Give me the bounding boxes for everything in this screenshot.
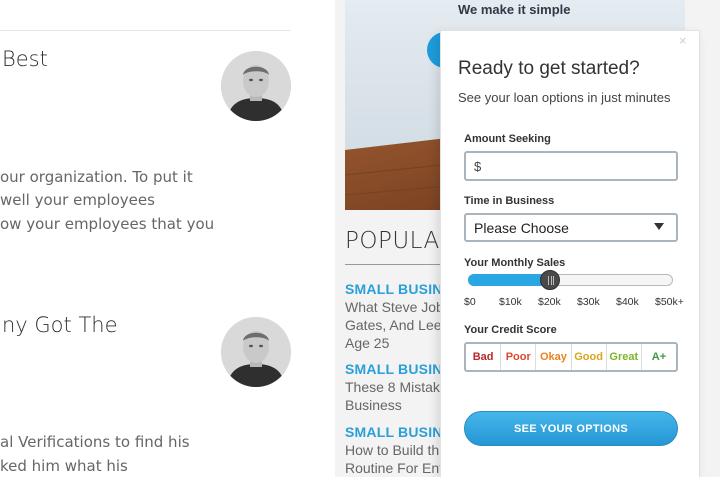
credit-score-label: Your Credit Score (464, 324, 557, 336)
popular-category-link[interactable]: SMALL BUSIN (345, 424, 443, 440)
popular-article-link[interactable]: How to Build th (345, 442, 439, 458)
slider-grip-icon (553, 276, 554, 285)
popular-article-link[interactable]: Routine For Ent (345, 460, 443, 476)
form-subtitle: See your loan options in just minutes (458, 90, 671, 105)
slider-tick-label: $20k (538, 296, 561, 308)
popular-article-link[interactable]: Age 25 (345, 335, 389, 351)
slider-grip-icon (548, 276, 549, 285)
close-icon[interactable]: × (679, 34, 687, 48)
credit-option-poor[interactable]: Poor (501, 344, 537, 370)
popular-category-link[interactable]: SMALL BUSIN (345, 361, 443, 377)
article-excerpt-line: ked him what his (0, 457, 128, 475)
popular-article-link[interactable]: Business (345, 397, 402, 413)
author-photo-icon (221, 317, 291, 387)
column-gap (300, 0, 335, 477)
see-options-button[interactable]: SEE YOUR OPTIONS (464, 411, 678, 446)
amount-label: Amount Seeking (464, 133, 551, 145)
popular-article-link[interactable]: Gates, And Lee (345, 317, 442, 333)
article-excerpt-line: well your employees (0, 191, 155, 209)
article-excerpt-line: ow your employees that you (0, 215, 215, 233)
divider (345, 264, 445, 265)
popular-article-link[interactable]: These 8 Mistak (345, 379, 440, 395)
sales-slider-fill (468, 274, 550, 286)
author-avatar (221, 317, 291, 387)
article-title[interactable]: ny Got The (2, 313, 118, 337)
sales-slider-handle[interactable] (540, 270, 560, 290)
slider-grip-icon (550, 276, 552, 285)
credit-option-okay[interactable]: Okay (536, 344, 572, 370)
slider-tick-label: $50k+ (655, 296, 684, 308)
slider-tick-label: $30k (577, 296, 600, 308)
article-title[interactable]: Best (2, 47, 48, 71)
author-avatar (221, 51, 291, 121)
credit-option-bad[interactable]: Bad (466, 344, 502, 370)
amount-input[interactable] (464, 151, 678, 181)
hero-headline: We make it simple (458, 2, 571, 17)
monthly-sales-label: Your Monthly Sales (464, 257, 566, 269)
article-excerpt-line: al Verifications to find his (0, 433, 190, 451)
author-photo-icon (221, 51, 291, 121)
divider (0, 30, 290, 31)
chevron-down-icon (654, 223, 664, 230)
credit-option-good[interactable]: Good (572, 344, 607, 370)
credit-score-selector: Bad Poor Okay Good Great A+ (464, 342, 678, 372)
article-excerpt-line: our organization. To put it (0, 168, 193, 186)
credit-option-a-plus[interactable]: A+ (642, 344, 676, 370)
select-value: Please Choose (474, 220, 569, 236)
slider-tick-label: $40k (616, 296, 639, 308)
popular-category-link[interactable]: SMALL BUSIN (345, 281, 443, 297)
popular-article-link[interactable]: What Steve Job (345, 299, 444, 315)
popular-heading: POPULA (345, 228, 440, 254)
time-in-business-label: Time in Business (464, 195, 555, 207)
slider-tick-label: $0 (464, 296, 476, 308)
credit-option-great[interactable]: Great (607, 344, 642, 370)
slider-tick-label: $10k (499, 296, 522, 308)
form-title: Ready to get started? (458, 58, 640, 79)
